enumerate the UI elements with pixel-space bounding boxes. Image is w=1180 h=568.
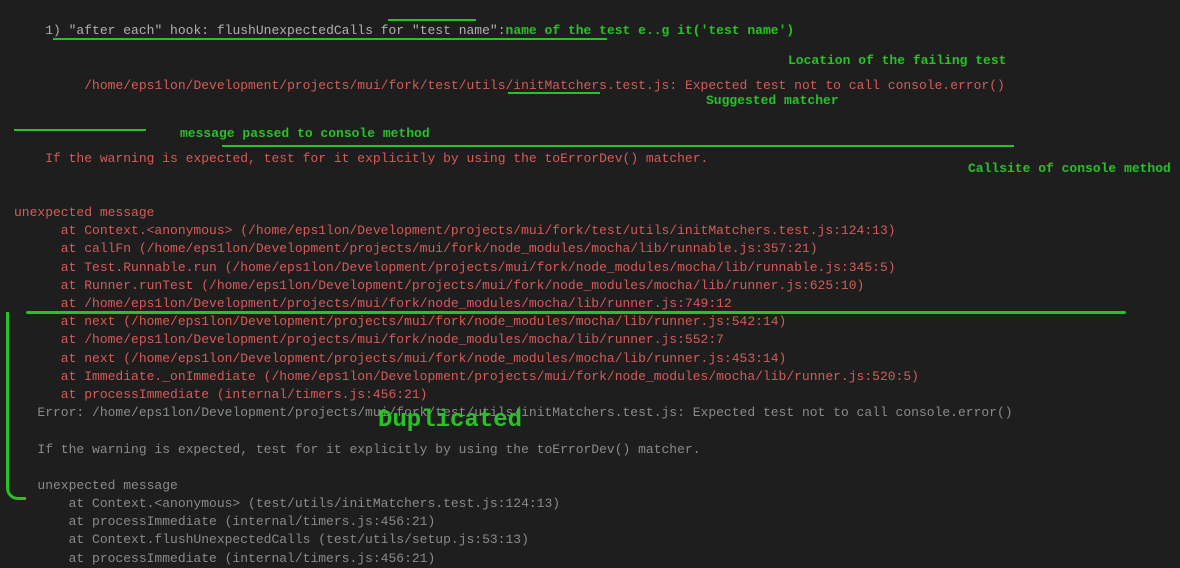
annot-matcher: Suggested matcher <box>706 92 839 110</box>
stack-line: at callFn (/home/eps1lon/Development/pro… <box>0 240 1180 258</box>
underline-path <box>53 38 607 40</box>
gray-stack-line: at processImmediate (internal/timers.js:… <box>0 550 1180 568</box>
stack-line: at processImmediate (internal/timers.js:… <box>0 386 1180 404</box>
blank-line <box>0 113 1180 131</box>
annot-callsite: Callsite of console method <box>968 160 1171 178</box>
terminal-output: 1) "after each" hook: flushUnexpectedCal… <box>0 4 1180 568</box>
separator-top <box>26 311 1126 314</box>
error-path: /home/eps1lon/Development/projects/mui/f… <box>84 78 669 93</box>
unexpected-msg: unexpected message <box>0 204 1180 222</box>
stack-line: at Test.Runnable.run (/home/eps1lon/Deve… <box>0 259 1180 277</box>
annot-msgpassed: message passed to console method <box>180 125 430 143</box>
colon: : <box>498 23 506 38</box>
underline-matcher <box>508 92 600 94</box>
hook-prefix: "after each" hook: flushUnexpectedCalls … <box>69 23 412 38</box>
test-header-line: 1) "after each" hook: flushUnexpectedCal… <box>0 4 1180 59</box>
gray-stack-line: at processImmediate (internal/timers.js:… <box>0 513 1180 531</box>
gray-expected: : Expected test not to call console.erro… <box>677 405 1012 420</box>
stack-line: at Runner.runTest (/home/eps1lon/Develop… <box>0 277 1180 295</box>
stack-line: at /home/eps1lon/Development/projects/mu… <box>0 331 1180 349</box>
duplicated-bracket <box>6 312 26 500</box>
gray-stack-line: at Context.flushUnexpectedCalls (test/ut… <box>0 531 1180 549</box>
advice-matcher: toErrorDev() <box>545 151 639 166</box>
annot-duplicated: Duplicated <box>378 404 522 438</box>
error-line-gray: Error: /home/eps1lon/Development/project… <box>0 404 1180 422</box>
test-name-quoted: "test name" <box>412 23 498 38</box>
blank-line-3 <box>0 422 1180 440</box>
error-expected: : Expected test not to call console.erro… <box>669 78 1004 93</box>
annot-location: Location of the failing test <box>788 52 1006 70</box>
advice-post: matcher. <box>638 151 708 166</box>
gray-advice: If the warning is expected, test for it … <box>0 441 1180 459</box>
annot-testname: name of the test e..g it('test name') <box>506 23 795 38</box>
gray-stack-line: at Context.<anonymous> (test/utils/initM… <box>0 495 1180 513</box>
underline-unexpected <box>14 129 146 131</box>
stack-line: at Context.<anonymous> (/home/eps1lon/De… <box>0 222 1180 240</box>
blank-line-4 <box>0 459 1180 477</box>
underline-callsite <box>222 145 1014 147</box>
underline-testname <box>388 19 476 21</box>
advice-pre: If the warning is expected, test for it … <box>45 151 544 166</box>
stack-line: at Immediate._onImmediate (/home/eps1lon… <box>0 368 1180 386</box>
stack-line: at next (/home/eps1lon/Development/proje… <box>0 350 1180 368</box>
test-index: 1) <box>45 23 68 38</box>
stack-line: at next (/home/eps1lon/Development/proje… <box>0 313 1180 331</box>
blank-line-2 <box>0 186 1180 204</box>
gray-unexpected: unexpected message <box>0 477 1180 495</box>
